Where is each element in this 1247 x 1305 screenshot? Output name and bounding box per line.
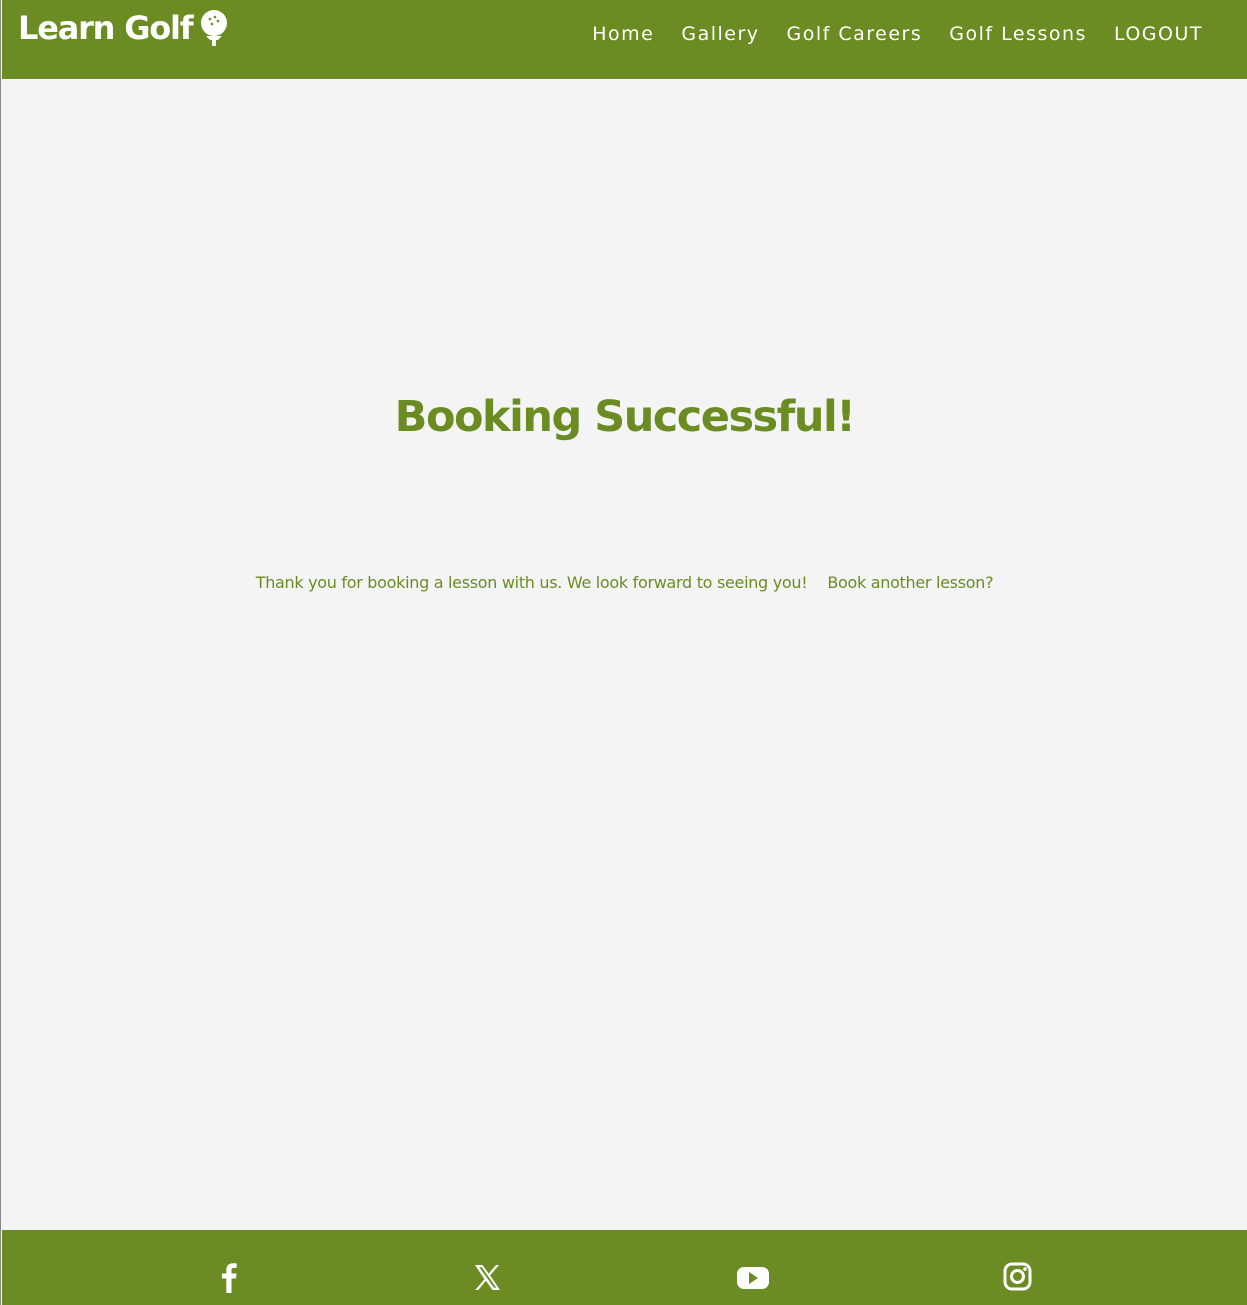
navbar: Learn Golf Home Gallery Golf Careers Gol… — [2, 0, 1247, 79]
confirmation-row: Thank you for booking a lesson with us. … — [2, 571, 1247, 595]
main-content: Booking Successful! Thank you for bookin… — [2, 79, 1247, 1230]
x-twitter-icon — [475, 1265, 500, 1290]
youtube-icon — [737, 1267, 769, 1289]
instagram-icon — [1003, 1262, 1032, 1291]
nav-golf-lessons[interactable]: Golf Lessons — [949, 22, 1087, 46]
brand-name: Learn Golf — [18, 9, 194, 47]
main-nav: Home Gallery Golf Careers Golf Lessons L… — [592, 22, 1203, 46]
footer — [2, 1230, 1247, 1305]
nav-golf-careers[interactable]: Golf Careers — [787, 22, 923, 46]
nav-home[interactable]: Home — [592, 22, 654, 46]
page-title: Booking Successful! — [394, 392, 856, 442]
facebook-link[interactable] — [212, 1260, 246, 1294]
golf-ball-on-tee-icon — [200, 10, 227, 46]
brand-logo-link[interactable]: Learn Golf — [18, 8, 231, 48]
facebook-icon — [221, 1263, 237, 1293]
youtube-link[interactable] — [735, 1260, 769, 1294]
confirmation-message: Thank you for booking a lesson with us. … — [255, 573, 808, 592]
instagram-link[interactable] — [1001, 1260, 1035, 1294]
x-twitter-link[interactable] — [470, 1260, 504, 1294]
nav-gallery[interactable]: Gallery — [681, 22, 759, 46]
book-another-lesson-link[interactable]: Book another lesson? — [827, 573, 993, 592]
nav-logout[interactable]: LOGOUT — [1114, 22, 1203, 46]
